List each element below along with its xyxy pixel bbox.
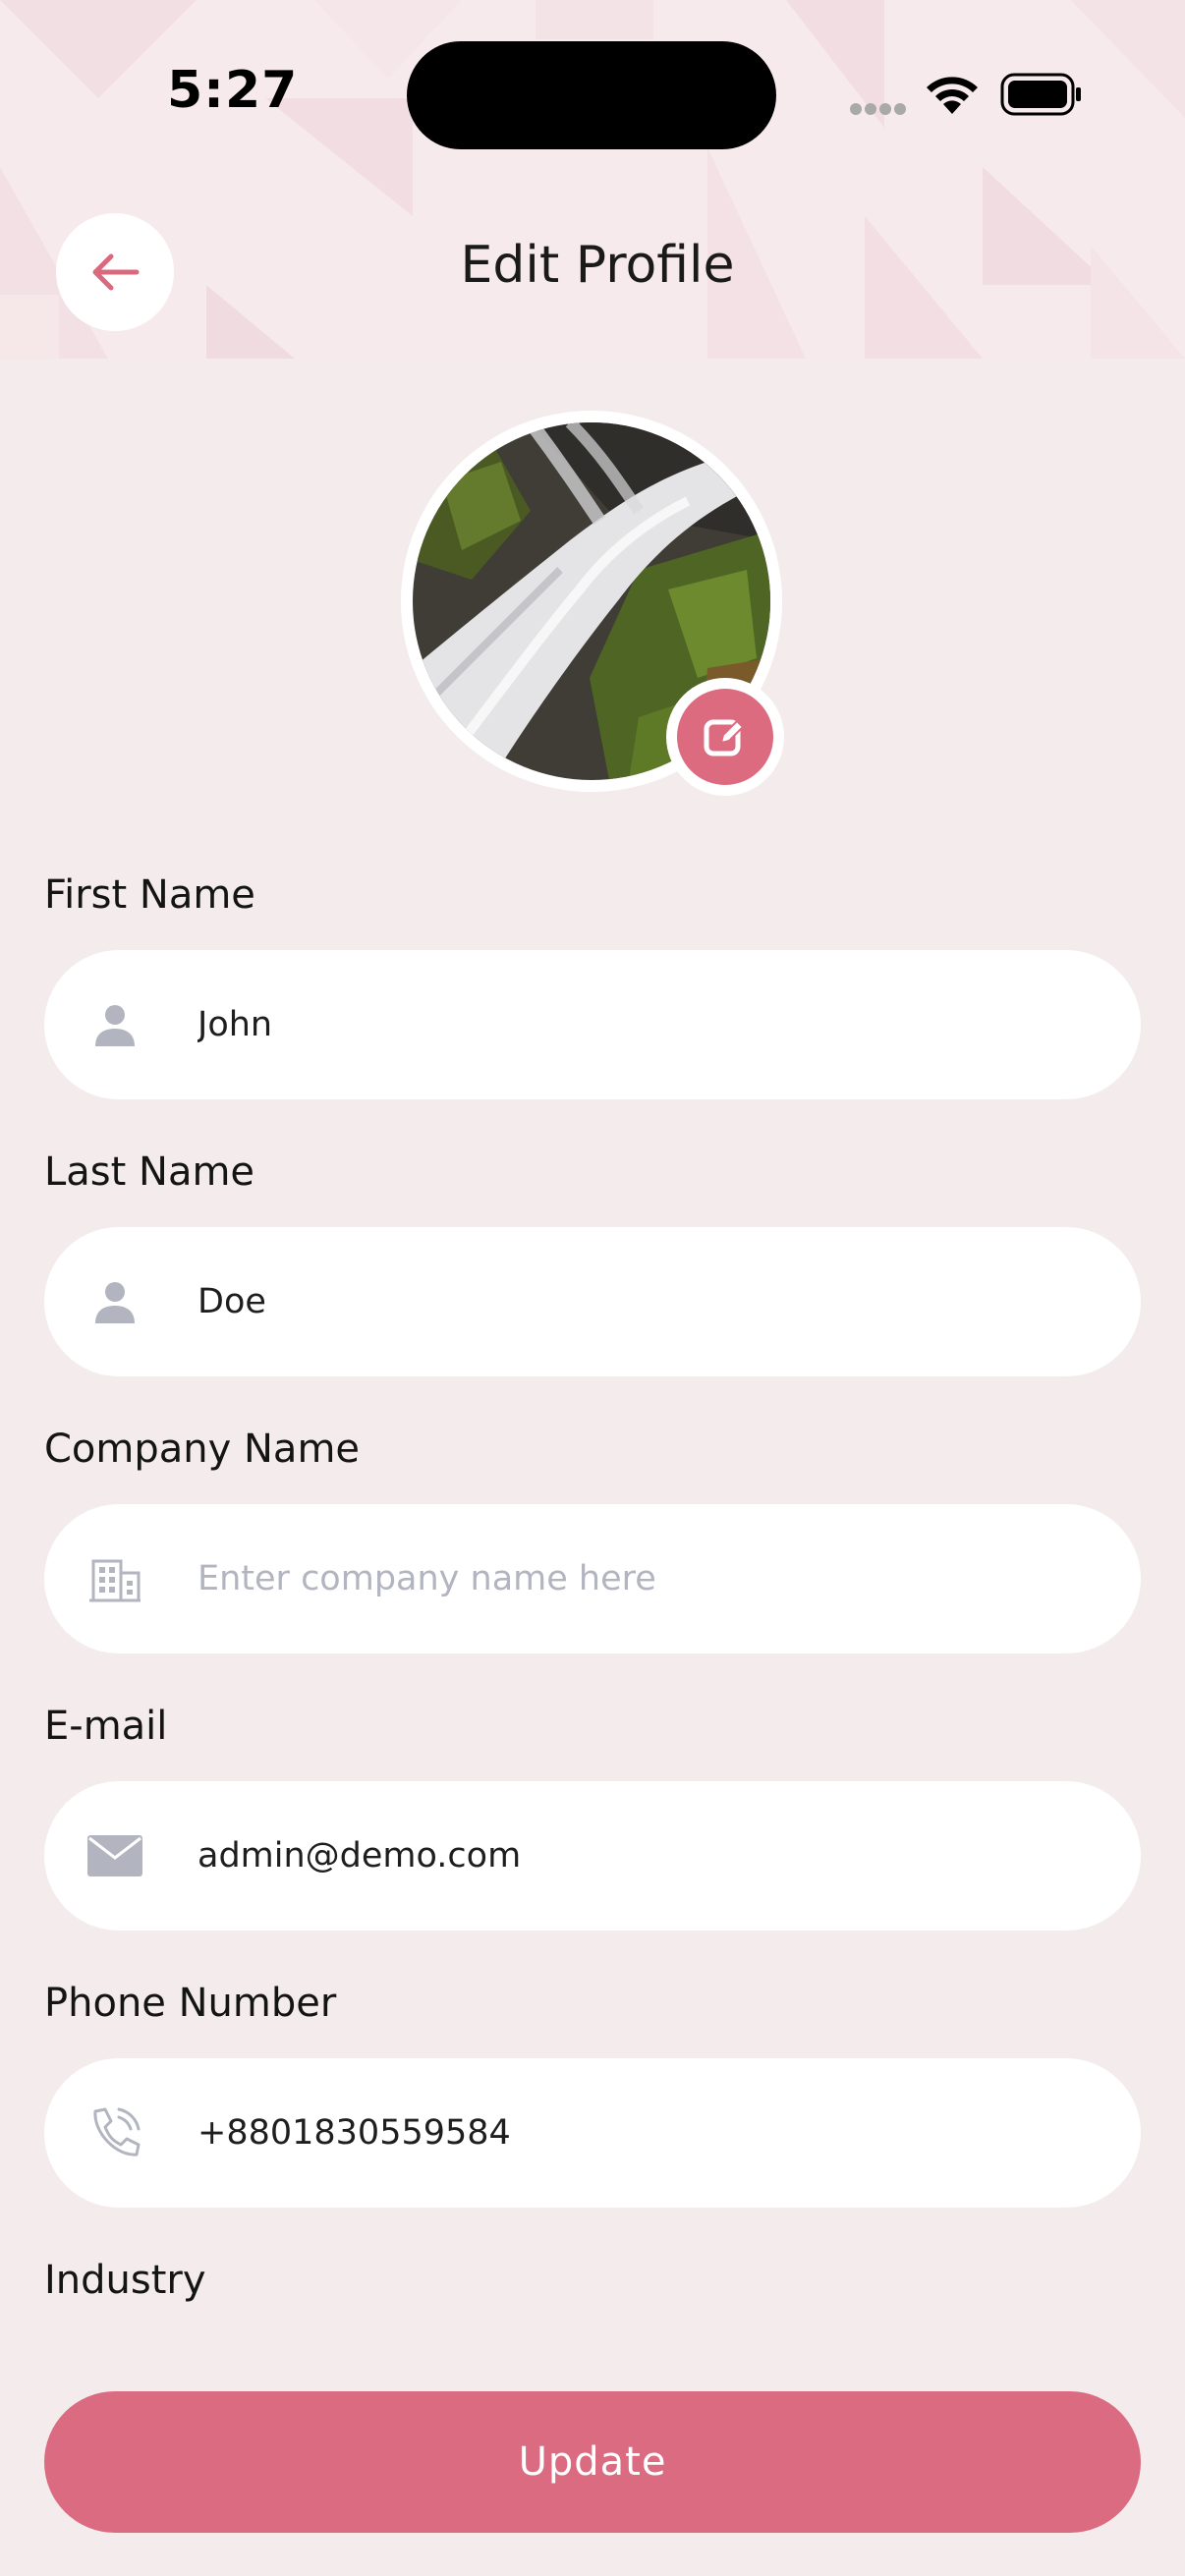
first-name-label: First Name: [44, 872, 255, 918]
company-name-label: Company Name: [44, 1427, 361, 1472]
phone-icon: [85, 2107, 144, 2158]
last-name-field[interactable]: [44, 1227, 1141, 1376]
edit-icon: [704, 719, 745, 756]
email-input[interactable]: [198, 1781, 1082, 1931]
email-field[interactable]: [44, 1781, 1141, 1931]
last-name-input[interactable]: [198, 1227, 1082, 1376]
person-icon: [85, 999, 144, 1050]
cellular-signal-icon: [850, 103, 906, 115]
page-title: Edit Profile: [460, 236, 735, 295]
dynamic-island: [407, 41, 776, 149]
last-name-label: Last Name: [44, 1149, 255, 1195]
person-icon: [85, 1276, 144, 1327]
update-button[interactable]: Update: [44, 2391, 1141, 2533]
edit-avatar-button[interactable]: [666, 678, 784, 796]
battery-icon: [1000, 73, 1081, 116]
company-name-input[interactable]: [198, 1504, 1082, 1653]
mail-icon: [85, 1830, 144, 1881]
industry-label: Industry: [44, 2258, 206, 2303]
email-label: E-mail: [44, 1704, 168, 1749]
first-name-input[interactable]: [198, 950, 1082, 1099]
status-time: 5:27: [167, 61, 299, 120]
phone-number-label: Phone Number: [44, 1981, 337, 2026]
wifi-icon: [927, 77, 978, 114]
building-icon: [85, 1553, 144, 1604]
phone-number-input[interactable]: [198, 2058, 1082, 2208]
first-name-field[interactable]: [44, 950, 1141, 1099]
phone-number-field[interactable]: [44, 2058, 1141, 2208]
company-name-field[interactable]: [44, 1504, 1141, 1653]
